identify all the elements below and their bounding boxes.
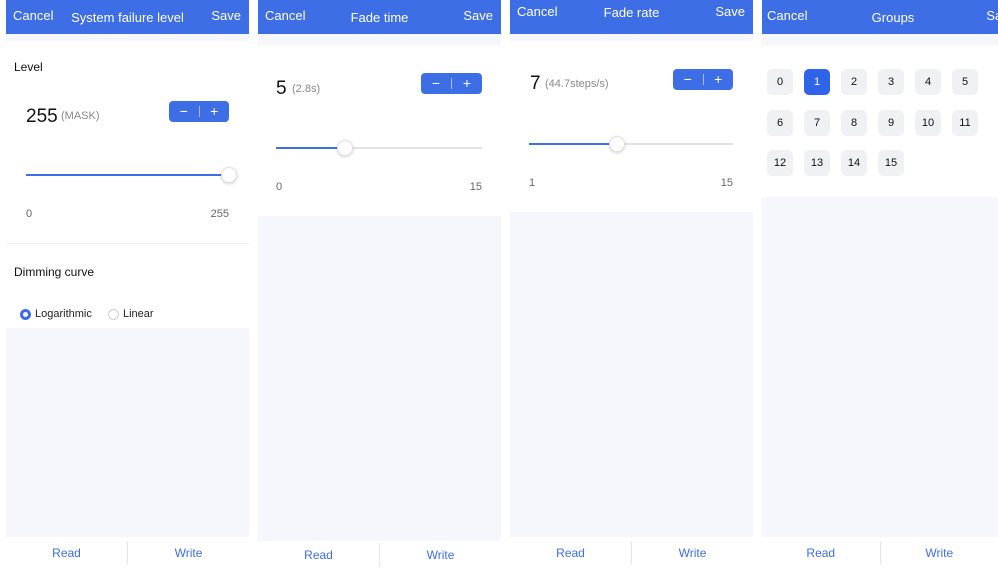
- bottom-bar: Read Write: [510, 537, 753, 569]
- write-button[interactable]: Write: [881, 546, 998, 560]
- level-value-note: (MASK): [61, 110, 100, 122]
- fade-rate-slider[interactable]: [529, 136, 733, 152]
- bottom-bar: Read Write: [762, 537, 998, 569]
- group-button[interactable]: 4: [915, 69, 941, 95]
- group-button[interactable]: 1: [804, 69, 830, 95]
- group-button[interactable]: 13: [804, 150, 830, 176]
- radio-unselected-icon: [108, 308, 119, 320]
- write-button[interactable]: Write: [128, 546, 249, 560]
- read-button[interactable]: Read: [510, 546, 631, 560]
- fade-time-slider[interactable]: [276, 140, 482, 156]
- top-gap: [6, 34, 249, 41]
- fade-time-slider-fill: [276, 147, 345, 149]
- group-button[interactable]: 7: [804, 110, 830, 136]
- save-button[interactable]: Save: [463, 8, 493, 23]
- decrement-button[interactable]: −: [673, 69, 703, 90]
- write-button[interactable]: Write: [632, 546, 753, 560]
- increment-button[interactable]: +: [200, 101, 230, 122]
- system-failure-level-panel: Cancel System failure level Save Level 2…: [6, 0, 249, 569]
- group-button[interactable]: 14: [841, 150, 867, 176]
- section-divider: [6, 243, 249, 244]
- write-button[interactable]: Write: [380, 548, 501, 562]
- decrement-button[interactable]: −: [421, 73, 451, 94]
- read-button[interactable]: Read: [258, 548, 379, 562]
- fade-rate-slider-handle[interactable]: [608, 136, 625, 152]
- group-button[interactable]: 5: [952, 69, 978, 95]
- save-button[interactable]: Save: [211, 8, 241, 23]
- level-slider[interactable]: [26, 167, 237, 183]
- group-button[interactable]: 8: [841, 110, 867, 136]
- cancel-button[interactable]: Cancel: [767, 8, 807, 23]
- cancel-button[interactable]: Cancel: [265, 8, 305, 23]
- level-slider-max: 255: [210, 208, 229, 220]
- groups-panel: Cancel Groups Save 0 1 2 3 4 5 6 7 8 9 1…: [762, 0, 998, 569]
- level-slider-handle[interactable]: [221, 167, 237, 183]
- group-button[interactable]: 12: [767, 150, 793, 176]
- fade-rate-value: 7: [530, 73, 541, 94]
- radio-linear[interactable]: Linear: [108, 308, 154, 320]
- cancel-button[interactable]: Cancel: [13, 8, 53, 23]
- group-button[interactable]: 10: [915, 110, 941, 136]
- radio-label: Linear: [123, 308, 154, 320]
- top-gap: [258, 34, 501, 45]
- fade-time-slider-handle[interactable]: [336, 140, 353, 156]
- fade-time-slider-max: 15: [469, 181, 482, 193]
- decrement-button[interactable]: −: [169, 101, 199, 122]
- dimming-curve-label: Dimming curve: [14, 265, 95, 279]
- group-button[interactable]: 9: [878, 110, 904, 136]
- empty-content-area: [762, 197, 998, 538]
- top-gap: [510, 34, 753, 41]
- top-bar: Cancel Fade rate Save: [510, 0, 753, 34]
- group-button[interactable]: 15: [878, 150, 904, 176]
- empty-content-area: [258, 216, 501, 541]
- top-bar: Cancel System failure level Save: [6, 0, 249, 34]
- increment-button[interactable]: +: [452, 73, 482, 94]
- fade-rate-slider-fill: [529, 143, 617, 145]
- fade-rate-panel: Cancel Fade rate Save 7 (44.7steps/s) − …: [510, 0, 753, 569]
- read-button[interactable]: Read: [762, 546, 880, 560]
- level-slider-min: 0: [26, 208, 33, 220]
- fade-time-stepper: − +: [421, 73, 482, 94]
- group-button[interactable]: 2: [841, 69, 867, 95]
- group-button[interactable]: 11: [952, 110, 978, 136]
- bottom-bar: Read Write: [6, 537, 249, 569]
- save-button[interactable]: Save: [715, 4, 745, 19]
- radio-label: Logarithmic: [35, 308, 92, 320]
- radio-logarithmic[interactable]: Logarithmic: [20, 308, 92, 320]
- top-gap: [762, 34, 998, 45]
- fade-rate-slider-max: 15: [720, 177, 733, 189]
- empty-content-area: [510, 212, 753, 537]
- top-bar: Cancel Fade time Save: [258, 0, 501, 34]
- fade-rate-slider-min: 1: [529, 177, 536, 189]
- group-button[interactable]: 6: [767, 110, 793, 136]
- empty-content-area: [6, 328, 249, 538]
- level-slider-fill: [26, 174, 229, 176]
- increment-button[interactable]: +: [704, 69, 734, 90]
- bottom-bar: Read Write: [258, 541, 501, 569]
- radio-selected-icon: [20, 308, 31, 320]
- fade-time-value: 5: [276, 78, 287, 99]
- level-section-label: Level: [14, 60, 43, 74]
- fade-rate-value-note: (44.7steps/s): [545, 78, 609, 90]
- level-value: 255: [26, 106, 58, 127]
- save-button[interactable]: Save: [986, 8, 998, 23]
- read-button[interactable]: Read: [6, 546, 127, 560]
- group-button[interactable]: 3: [878, 69, 904, 95]
- level-stepper: − +: [169, 101, 229, 122]
- group-button[interactable]: 0: [767, 69, 793, 95]
- fade-time-panel: Cancel Fade time Save 5 (2.8s) − + 0 15 …: [258, 0, 501, 569]
- fade-time-slider-min: 0: [276, 181, 283, 193]
- top-bar: Cancel Groups Save: [762, 0, 998, 34]
- fade-rate-stepper: − +: [673, 69, 733, 90]
- cancel-button[interactable]: Cancel: [517, 4, 557, 19]
- fade-time-value-note: (2.8s): [292, 83, 321, 95]
